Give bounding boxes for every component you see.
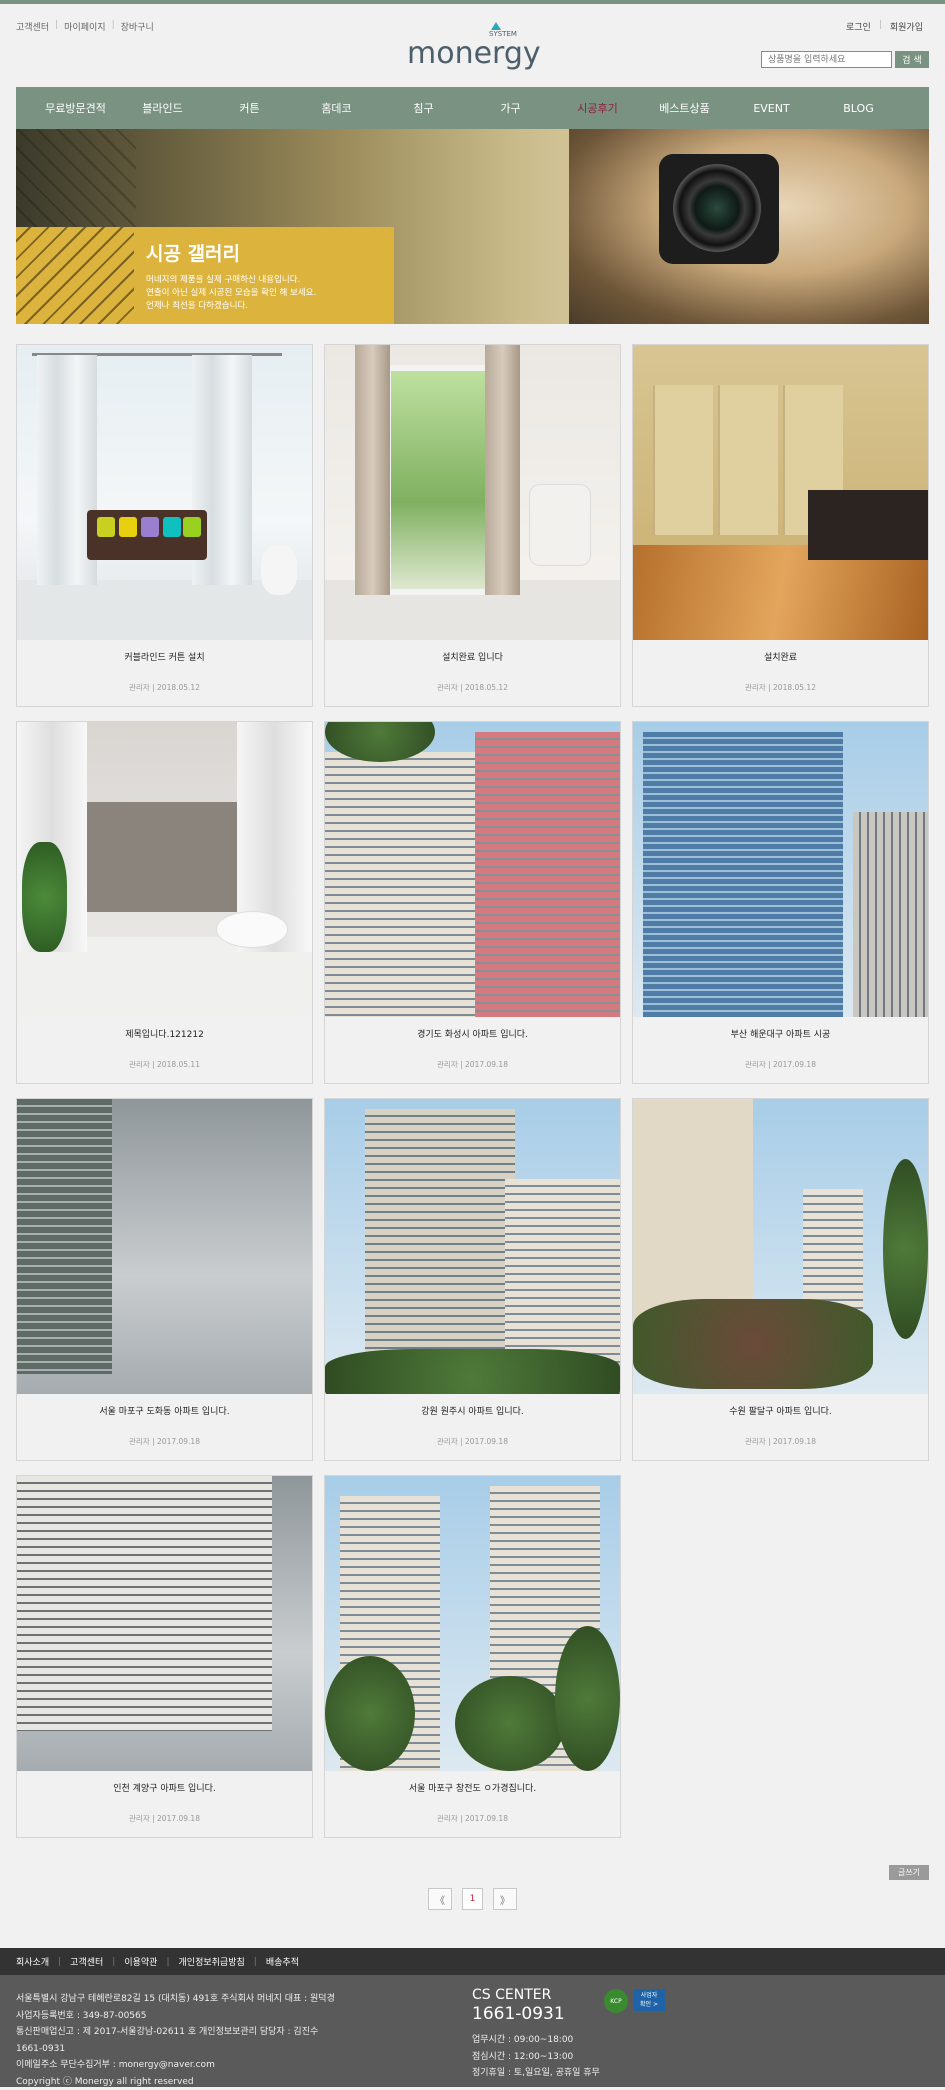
footer-link-customer-center[interactable]: 고객센터 — [70, 1955, 103, 1968]
gallery-thumbnail[interactable] — [325, 1099, 620, 1394]
gallery-card-title[interactable]: 커블라인드 커튼 설치 — [17, 650, 312, 664]
nav-item-event[interactable]: EVENT — [728, 102, 815, 115]
gallery-card-meta: 관리자 | 2017.09.18 — [129, 1814, 200, 1823]
footer-link-about[interactable]: 회사소개 — [16, 1955, 49, 1968]
gallery-card-meta: 관리자 | 2017.09.18 — [129, 1437, 200, 1446]
cs-title: CS CENTER — [472, 1987, 552, 2003]
search-form: 검 색 — [761, 51, 929, 68]
nav-item-furniture[interactable]: 가구 — [467, 100, 554, 116]
gallery-card-meta: 관리자 | 2018.05.11 — [129, 1060, 200, 1069]
gallery-thumbnail[interactable] — [325, 722, 620, 1017]
nav-item-blind[interactable]: 블라인드 — [119, 100, 206, 116]
gallery-thumbnail[interactable] — [633, 722, 928, 1017]
nav-item-curtain[interactable]: 커튼 — [206, 100, 293, 116]
cs-center: CS CENTER 1661-0931 업무시간 : 09:00~18:00 점… — [472, 1987, 600, 2078]
kcp-badge-icon[interactable]: KCP — [604, 1989, 628, 2013]
gallery-card-meta: 관리자 | 2018.05.12 — [437, 683, 508, 692]
gallery-card[interactable]: 서울 마포구 창전도 ㅇ가경집니다. 관리자 | 2017.09.18 — [324, 1475, 621, 1838]
search-input[interactable] — [761, 51, 892, 68]
utility-links-right: 로그인 | 회원가입 — [845, 20, 923, 33]
nav-item-best[interactable]: 베스트상품 — [641, 100, 728, 116]
gallery-card-title[interactable]: 제목입니다.121212 — [17, 1027, 312, 1041]
logo-text: monergy — [407, 36, 541, 71]
page-number-1[interactable]: 1 — [462, 1888, 483, 1910]
gallery-card-title[interactable]: 강원 원주시 아파트 입니다. — [325, 1404, 620, 1418]
gallery-card-meta: 관리자 | 2017.09.18 — [745, 1437, 816, 1446]
gallery-card-meta: 관리자 | 2017.09.18 — [437, 1060, 508, 1069]
gallery-card-title[interactable]: 경기도 화성시 아파트 입니다. — [325, 1027, 620, 1041]
banner-title: 시공 갤러리 — [146, 243, 241, 265]
camera-lens-image — [673, 164, 761, 252]
gallery-card-title[interactable]: 설치완료 입니다 — [325, 650, 620, 664]
login-link[interactable]: 로그인 — [846, 20, 871, 33]
signup-link[interactable]: 회원가입 — [890, 20, 923, 33]
utility-links-left: 고객센터 | 마이페이지 | 장바구니 — [16, 20, 154, 33]
gallery-card-title[interactable]: 설치완료 — [633, 650, 928, 664]
gallery-card-meta: 관리자 | 2017.09.18 — [437, 1814, 508, 1823]
footer-link-terms[interactable]: 이용약관 — [124, 1955, 157, 1968]
gallery-card-title[interactable]: 수원 팔달구 아파트 입니다. — [633, 1404, 928, 1418]
cs-phone: 1661-0931 — [472, 2004, 565, 2024]
pagination: 《 1 》 — [0, 1888, 945, 1910]
gallery-card[interactable]: 제목입니다.121212 관리자 | 2018.05.11 — [16, 721, 313, 1084]
gallery-thumbnail[interactable] — [17, 1476, 312, 1771]
site-logo[interactable]: SYSTEM monergy — [405, 22, 545, 74]
gallery-thumbnail[interactable] — [17, 722, 312, 1017]
gallery-thumbnail[interactable] — [325, 345, 620, 640]
gallery-card-title[interactable]: 부산 해운대구 아파트 시공 — [633, 1027, 928, 1041]
footer-link-privacy[interactable]: 개인정보취급방침 — [179, 1955, 245, 1968]
header: 고객센터 | 마이페이지 | 장바구니 로그인 | 회원가입 SYSTEM mo… — [0, 4, 945, 82]
gallery-card-title[interactable]: 인천 계양구 아파트 입니다. — [17, 1781, 312, 1795]
nav-item-blog[interactable]: BLOG — [815, 102, 902, 115]
nav-item-reviews[interactable]: 시공후기 — [554, 100, 641, 116]
gallery-card[interactable]: 설치완료 관리자 | 2018.05.12 — [632, 344, 929, 707]
gallery-card-meta: 관리자 | 2017.09.18 — [745, 1060, 816, 1069]
gallery-card[interactable]: 커블라인드 커튼 설치 관리자 | 2018.05.12 — [16, 344, 313, 707]
company-info: 서울특별시 강남구 테헤란로82길 15 (대치동) 491호 주식회사 머네지… — [16, 1994, 335, 2087]
next-page-button[interactable]: 》 — [493, 1888, 517, 1910]
gallery-grid: 커블라인드 커튼 설치 관리자 | 2018.05.12 설치완료 입니다 관리… — [16, 344, 929, 1838]
gallery-card-meta: 관리자 | 2018.05.12 — [129, 683, 200, 692]
gallery-card-title[interactable]: 서울 마포구 창전도 ㅇ가경집니다. — [325, 1781, 620, 1795]
util-link-cart[interactable]: 장바구니 — [121, 20, 154, 33]
gallery-thumbnail[interactable] — [17, 1099, 312, 1394]
gallery-card-title[interactable]: 서울 마포구 도화동 아파트 입니다. — [17, 1404, 312, 1418]
banner-caption-pattern — [16, 227, 134, 324]
gallery-banner: 시공 갤러리 머네지의 제품을 실제 구매하신 내용입니다. 연출이 아닌 실제… — [16, 129, 929, 324]
business-verify-badge[interactable]: 사업자 확인 > — [633, 1989, 665, 2011]
util-link-mypage[interactable]: 마이페이지 — [64, 20, 105, 33]
gallery-card-meta: 관리자 | 2018.05.12 — [745, 683, 816, 692]
prev-page-button[interactable]: 《 — [428, 1888, 452, 1910]
main-nav: 무료방문견적 블라인드 커튼 홈데코 침구 가구 시공후기 베스트상품 EVEN… — [16, 87, 929, 129]
footer: 서울특별시 강남구 테헤란로82길 15 (대치동) 491호 주식회사 머네지… — [0, 1975, 945, 2087]
footer-links: 회사소개 | 고객센터 | 이용약관 | 개인정보취급방침 | 배송추적 — [0, 1948, 945, 1975]
banner-description: 머네지의 제품을 실제 구매하신 내용입니다. 연출이 아닌 실제 시공된 모습… — [146, 275, 317, 311]
gallery-card[interactable]: 설치완료 입니다 관리자 | 2018.05.12 — [324, 344, 621, 707]
gallery-thumbnail[interactable] — [633, 1099, 928, 1394]
write-button[interactable]: 글쓰기 — [889, 1865, 929, 1880]
nav-item-bedding[interactable]: 침구 — [380, 100, 467, 116]
gallery-card[interactable]: 부산 해운대구 아파트 시공 관리자 | 2017.09.18 — [632, 721, 929, 1084]
search-button[interactable]: 검 색 — [895, 51, 929, 68]
gallery-thumbnail[interactable] — [325, 1476, 620, 1771]
util-link-customer-center[interactable]: 고객센터 — [16, 20, 49, 33]
board-footer: 글쓰기 《 1 》 — [0, 1838, 945, 1948]
gallery-card[interactable]: 서울 마포구 도화동 아파트 입니다. 관리자 | 2017.09.18 — [16, 1098, 313, 1461]
gallery-card[interactable]: 인천 계양구 아파트 입니다. 관리자 | 2017.09.18 — [16, 1475, 313, 1838]
footer-link-tracking[interactable]: 배송추적 — [266, 1955, 299, 1968]
gallery-card[interactable]: 경기도 화성시 아파트 입니다. 관리자 | 2017.09.18 — [324, 721, 621, 1084]
logo-mark-icon — [491, 22, 501, 30]
gallery-card[interactable]: 수원 팔달구 아파트 입니다. 관리자 | 2017.09.18 — [632, 1098, 929, 1461]
nav-item-homedeco[interactable]: 홈데코 — [293, 100, 380, 116]
nav-item-free-visit[interactable]: 무료방문견적 — [32, 100, 119, 116]
gallery-card[interactable]: 강원 원주시 아파트 입니다. 관리자 | 2017.09.18 — [324, 1098, 621, 1461]
gallery-thumbnail[interactable] — [633, 345, 928, 640]
gallery-card-meta: 관리자 | 2017.09.18 — [437, 1437, 508, 1446]
gallery-thumbnail[interactable] — [17, 345, 312, 640]
